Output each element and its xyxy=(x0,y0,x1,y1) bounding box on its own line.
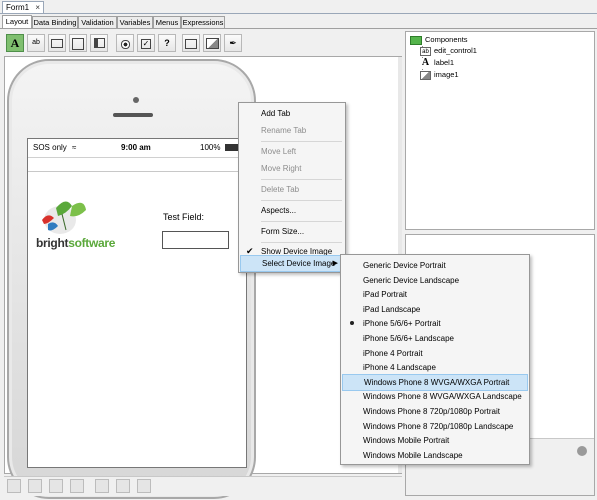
component-toolbar: A ab ✓ ? ✒ xyxy=(4,31,402,56)
folder-icon xyxy=(410,35,422,45)
help-icon: ? xyxy=(164,38,170,48)
submenu-arrow-icon: ▶ xyxy=(332,260,338,267)
device-camera xyxy=(133,97,139,103)
test-field-label[interactable]: Test Field: xyxy=(163,212,204,222)
button-icon xyxy=(51,39,63,48)
battery-text: 100% xyxy=(200,143,221,152)
same-width-button[interactable] xyxy=(95,479,109,493)
menu-separator xyxy=(261,141,342,142)
edit-field-icon: ab xyxy=(32,39,40,46)
signature-tool-button[interactable]: ✒ xyxy=(224,34,242,52)
device-screen: SOS only ≈ 9:00 am 100% brightsoftware T… xyxy=(27,138,247,468)
tree-item-label: image1 xyxy=(434,70,459,79)
device-image-iphone: SOS only ≈ 9:00 am 100% brightsoftware T… xyxy=(7,59,256,499)
list-tool-button[interactable] xyxy=(69,34,87,52)
close-tab-icon[interactable]: × xyxy=(35,2,40,13)
help-tool-button[interactable]: ? xyxy=(158,34,176,52)
text-tool-button[interactable]: A xyxy=(6,34,24,52)
image-button-tool-button[interactable] xyxy=(182,34,200,52)
checkbox-tool-button[interactable]: ✓ xyxy=(137,34,155,52)
list-icon xyxy=(72,38,84,50)
menu-item-move-left[interactable]: Move Left xyxy=(240,143,344,160)
same-size-button[interactable] xyxy=(137,479,151,493)
carrier-text: SOS only xyxy=(33,143,67,152)
same-height-button[interactable] xyxy=(116,479,130,493)
tab-data-binding[interactable]: Data Binding xyxy=(32,16,78,28)
tree-item-image1[interactable]: image1 xyxy=(420,69,459,81)
menu-item-aspects[interactable]: Aspects... xyxy=(240,202,344,219)
label-icon: A xyxy=(420,56,431,68)
tab-menus[interactable]: Menus xyxy=(153,16,181,28)
align-left-button[interactable] xyxy=(7,479,21,493)
tree-root-label: Components xyxy=(425,35,468,44)
submenu-item-windows-mobile-landscape[interactable]: Windows Mobile Landscape xyxy=(342,447,528,464)
button-tool-button[interactable] xyxy=(48,34,66,52)
device-image-submenu: Generic Device Portrait Generic Device L… xyxy=(340,254,530,465)
menu-separator xyxy=(261,221,342,222)
menu-separator xyxy=(261,179,342,180)
tree-item-label: edit_control1 xyxy=(434,46,477,55)
document-tab-label: Form1 xyxy=(6,3,30,12)
nav-bar-divider xyxy=(28,171,246,172)
tree-item-label1[interactable]: Alabel1 xyxy=(420,57,454,69)
tree-item-label: label1 xyxy=(434,58,455,67)
menu-item-label: Select Device Image xyxy=(262,259,336,268)
menu-item-add-tab[interactable]: Add Tab xyxy=(240,105,344,122)
status-bar-divider xyxy=(28,157,246,158)
menu-separator xyxy=(261,200,342,201)
edit-field-icon: ab xyxy=(420,46,431,56)
align-top-button[interactable] xyxy=(70,479,84,493)
tab-expressions[interactable]: Expressions xyxy=(181,16,225,28)
pen-icon: ✒ xyxy=(229,38,237,48)
tree-item-edit-control1[interactable]: ab edit_control1 xyxy=(420,45,477,57)
image-icon xyxy=(205,38,219,49)
mode-tabs-divider xyxy=(0,28,597,29)
tab-validation[interactable]: Validation xyxy=(78,16,117,28)
status-indicator-icon xyxy=(577,446,587,456)
radio-tool-button[interactable] xyxy=(116,34,134,52)
image-icon xyxy=(420,70,431,80)
form-icon xyxy=(93,38,105,48)
align-right-button[interactable] xyxy=(49,479,63,493)
edit-field-tool-button[interactable]: ab xyxy=(27,34,45,52)
menu-item-select-device-image[interactable]: Select Device Image ▶ xyxy=(240,255,344,272)
tab-variables[interactable]: Variables xyxy=(117,16,153,28)
logo-wordmark: brightsoftware xyxy=(36,236,115,250)
image-button-icon xyxy=(185,39,197,49)
device-speaker xyxy=(113,113,153,117)
wifi-icon: ≈ xyxy=(72,143,77,152)
logo-text-software: software xyxy=(68,236,116,250)
align-center-button[interactable] xyxy=(28,479,42,493)
radio-icon xyxy=(120,40,130,49)
form-tool-button[interactable] xyxy=(90,34,108,52)
context-menu: Add Tab Rename Tab Move Left Move Right … xyxy=(238,102,346,273)
components-tree-panel[interactable]: Components ab edit_control1 Alabel1 image… xyxy=(405,31,595,230)
checkbox-icon: ✓ xyxy=(141,39,151,49)
logo-text-bright: bright xyxy=(36,236,69,250)
alignment-toolbar xyxy=(4,476,402,496)
test-field-input[interactable] xyxy=(162,231,229,249)
tab-layout[interactable]: Layout xyxy=(2,15,32,28)
menu-item-move-right[interactable]: Move Right xyxy=(240,160,344,177)
menu-item-delete-tab[interactable]: Delete Tab xyxy=(240,181,344,198)
clock-text: 9:00 am xyxy=(121,143,151,152)
image-tool-button[interactable] xyxy=(203,34,221,52)
submenu-item-label: iPhone 5/6/6+ Portrait xyxy=(363,319,441,329)
menu-item-form-size[interactable]: Form Size... xyxy=(240,223,344,240)
document-tab-divider xyxy=(0,13,597,14)
menu-item-rename-tab[interactable]: Rename Tab xyxy=(240,122,344,139)
document-tab-form1[interactable]: Form1 × xyxy=(2,1,44,13)
selected-bullet-icon xyxy=(350,321,354,326)
text-tool-icon: A xyxy=(10,36,20,50)
